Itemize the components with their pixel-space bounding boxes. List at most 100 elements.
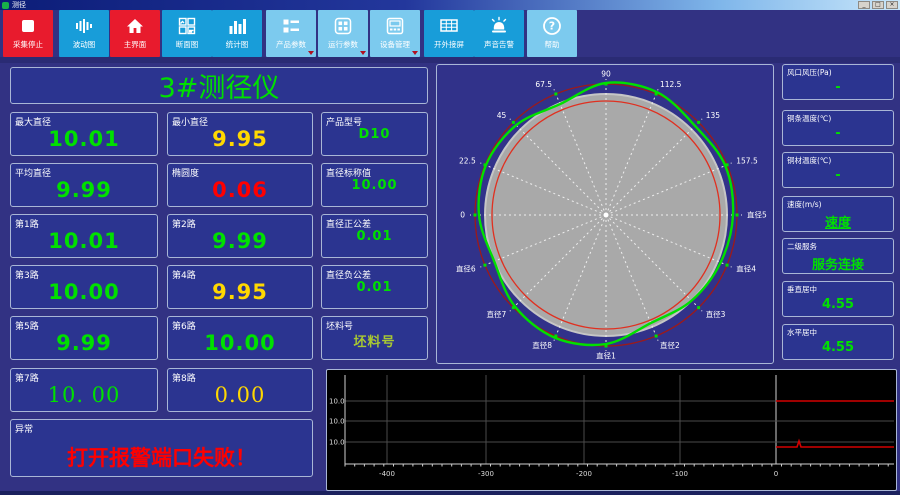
dropdown-arrow-icon [360,51,366,55]
toolbar-button-external-screen[interactable]: 开外接屏 [424,10,474,57]
metric-value: 坯料号 [353,335,396,350]
metric-value: 10.00 [351,178,398,193]
spoke-marker [511,120,515,124]
metric-value: 10. 00 [47,383,121,407]
toolbar: 采集停止 波动图 主界面 断面图 统计图 产品参数 运行参数 设备管理 开外接屏 声音告警? 帮助 [0,10,900,57]
toolbar-button-help[interactable]: ? 帮助 [527,10,577,57]
polar-label: 直径7 [487,309,507,319]
spoke-marker [697,120,701,124]
polar-label: 45 [497,111,507,120]
toolbar-button-stop[interactable]: 采集停止 [3,10,53,57]
metric-box: 产品型号 D10 [321,112,428,156]
metric-value: D10 [358,127,391,142]
gauge-title-box: 3#测径仪 [10,67,428,104]
spoke-marker [735,213,739,217]
minimize-button[interactable]: _ [858,1,870,9]
status-value: - [835,168,841,183]
metric-value: 0.01 [356,280,393,295]
toolbar-button-alarm[interactable]: 声音告警 [474,10,524,57]
spoke-marker [554,92,558,96]
status-label: 水平居中 [787,328,817,337]
status-value-link[interactable]: 速度 [783,212,893,231]
metric-value: 9.95 [212,280,268,304]
polar-label: 直径5 [747,210,767,220]
spoke-marker [483,163,487,167]
close-button[interactable]: × [886,1,898,9]
metric-box: 第1路 10.01 [10,214,158,258]
waveform-icon [74,12,94,40]
polar-label: 157.5 [736,157,758,166]
metric-value: 9.99 [56,178,112,202]
toolbar-button-label: 波动图 [72,40,96,49]
toolbar-button-product-params[interactable]: 产品参数 [266,10,316,57]
status-value: 4.55 [821,297,855,312]
metric-value: 10.00 [204,331,276,355]
toolbar-button-device-manage[interactable]: 设备管理 [370,10,420,57]
gauge-title: 3#测径仪 [158,73,280,104]
spoke-marker [697,306,701,310]
polar-label: 67.5 [535,80,552,89]
toolbar-button-run-params[interactable]: 运行参数 [318,10,368,57]
polar-label: 135 [706,111,721,120]
metric-box: 第7路 10. 00 [10,368,158,412]
x-tick-label: -300 [478,470,494,478]
metric-value: 0.00 [214,383,266,407]
metric-value: 9.99 [56,331,112,355]
alarm-icon [489,12,509,40]
y-axis-label: 10.0 [329,398,345,406]
status-panel: 铜条温度(℃) - [782,110,894,146]
status-value: 4.55 [821,340,855,355]
metric-box: 第8路 0.00 [167,368,313,412]
spoke-marker [604,344,608,348]
trend-chart-panel: -400 -300 -200 -100 0 10.0 10.0 10.0 [326,369,897,491]
metric-box: 第5路 9.99 [10,316,158,360]
cross-section-chart: 0 22.5 45 67.5 90 112.5 135 157.5 直径5 直径4 直径3 直径2 直径… [456,70,767,361]
polar-label: 直径8 [532,340,552,350]
spoke-marker [654,334,658,338]
external-screen-icon [439,12,459,40]
toolbar-button-label: 帮助 [544,40,560,49]
toolbar-button-sections[interactable]: 断面图 [162,10,212,57]
metric-box: 坯料号 坯料号 [321,316,428,360]
toolbar-button-waveform[interactable]: 波动图 [59,10,109,57]
metric-value: 10.01 [48,229,120,253]
trend-chart: -400 -300 -200 -100 0 10.0 10.0 10.0 [329,375,894,478]
metric-box: 直径标称值 10.00 [321,163,428,207]
app-icon [2,1,9,9]
maximize-button[interactable]: □ [872,1,884,9]
spoke-marker [473,213,477,217]
x-tick-label: -200 [576,470,592,478]
polar-label: 直径1 [596,351,616,361]
metric-box: 第4路 9.95 [167,265,313,309]
status-label: 二级服务 [787,242,817,251]
window-footer [0,491,900,495]
stop-icon [18,12,38,40]
metric-value: 9.99 [212,229,268,253]
product-params-icon [281,12,301,40]
x-tick-label: 0 [774,470,778,478]
status-value: - [835,80,841,95]
y-axis-label: 10.0 [329,439,345,447]
metric-box: 第2路 9.99 [167,214,313,258]
status-label: 铜材温度(℃) [787,156,832,165]
toolbar-button-label: 运行参数 [328,40,358,49]
metric-box: 平均直径 9.99 [10,163,158,207]
exception-box: 异常 打开报警端口失败！ [10,419,313,477]
metric-value: 0.01 [356,229,393,244]
status-value: 服务连接 [811,258,864,273]
status-panel: 风口风压(Pa) - [782,64,894,100]
metric-box: 椭圆度 0.06 [167,163,313,207]
status-panel: 垂直居中 4.55 [782,281,894,317]
spoke-marker [483,263,487,267]
toolbar-divider [0,57,900,63]
polar-label: 112.5 [660,80,682,89]
metric-value: 10.01 [48,127,120,151]
barchart-icon [227,12,247,40]
toolbar-button-home[interactable]: 主界面 [110,10,160,57]
toolbar-button-label: 主界面 [123,40,147,49]
polar-label: 90 [601,70,611,79]
exception-label: 异常 [15,425,34,435]
toolbar-button-barchart[interactable]: 统计图 [212,10,262,57]
polar-label: 直径3 [706,309,726,319]
spoke-marker [654,92,658,96]
